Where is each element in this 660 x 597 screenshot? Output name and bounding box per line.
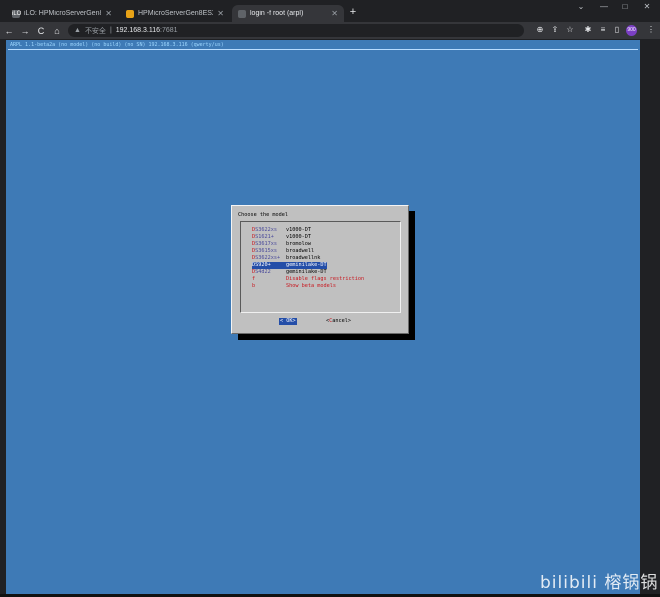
maximize-button[interactable]: □ bbox=[614, 2, 636, 11]
item-tag: S3622xs+ bbox=[255, 255, 281, 261]
item-desc: Show beta models bbox=[286, 283, 336, 289]
close-icon[interactable]: ✕ bbox=[217, 9, 224, 18]
item-desc: Disable flags restriction bbox=[286, 276, 365, 282]
reload-icon[interactable]: C bbox=[34, 26, 48, 36]
bilibili-watermark: bilibili 榕锅锅 bbox=[540, 573, 659, 593]
sidepanel-icon[interactable]: ▯ bbox=[611, 25, 623, 34]
tab-search-icon[interactable]: ⌄ bbox=[570, 2, 592, 11]
item-tag: S920+ bbox=[255, 262, 271, 268]
separator: | bbox=[109, 27, 112, 34]
item-hotkey: b bbox=[252, 283, 256, 289]
tab-label: HPMicroServerGen8ESXi - VM bbox=[138, 10, 214, 17]
cancel-label: ancel bbox=[332, 318, 348, 324]
cancel-button[interactable]: <Cancel> bbox=[326, 318, 351, 325]
cancel-bracket-right: > bbox=[347, 318, 351, 324]
reading-list-icon[interactable]: ≡ bbox=[597, 25, 609, 34]
close-window-button[interactable]: ✕ bbox=[636, 2, 658, 11]
model-menu: DS3622xs v1000-DT DS1621+ v1000-DT DS3617x… bbox=[240, 221, 401, 313]
url-host: 192.168.3.116 bbox=[115, 27, 161, 34]
tab-terminal[interactable]: login -f root (arpl) ✕ bbox=[232, 5, 344, 22]
status-divider bbox=[8, 49, 638, 50]
item-tag: S4d22 bbox=[255, 269, 271, 275]
item-desc: geminilake-DT bbox=[286, 269, 327, 275]
menu-item-ds4d22[interactable]: DS4d22 geminilake-DT bbox=[252, 269, 327, 276]
dialog-buttons: < OK> <Cancel> bbox=[232, 318, 408, 326]
item-tag: S3615xs bbox=[255, 248, 277, 254]
terminal-favicon-icon bbox=[238, 9, 246, 18]
minimize-button[interactable]: — bbox=[593, 2, 615, 11]
ok-button[interactable]: < OK> bbox=[279, 318, 297, 325]
menu-item-ds1621[interactable]: DS1621+ v1000-DT bbox=[252, 234, 311, 241]
item-desc: v1000-DT bbox=[286, 227, 311, 233]
share-icon[interactable]: ⇪ bbox=[549, 25, 561, 34]
item-desc: geminilake-DT bbox=[286, 262, 327, 269]
forward-icon[interactable]: → bbox=[18, 26, 32, 36]
menu-item-show-beta[interactable]: b Show beta models bbox=[252, 283, 336, 290]
tab-label: iLO: HPMicroServerGen8ESXi bbox=[24, 10, 101, 17]
extensions-icon[interactable]: ✱ bbox=[582, 25, 594, 34]
star-icon[interactable]: ☆ bbox=[564, 25, 576, 34]
close-icon[interactable]: ✕ bbox=[105, 9, 112, 18]
tab-bar: iLO iLO: HPMicroServerGen8ESXi ✕ HPMicro… bbox=[0, 0, 660, 22]
menu-item-disable-flags[interactable]: f Disable flags restriction bbox=[252, 276, 364, 283]
item-tag: S3617xs bbox=[255, 241, 277, 247]
profile-avatar[interactable]: 900 bbox=[626, 25, 637, 36]
menu-item-ds920-selected[interactable]: DS920+ geminilake-DT bbox=[252, 262, 327, 269]
home-icon[interactable]: ⌂ bbox=[50, 26, 64, 36]
tab-label: login -f root (arpl) bbox=[250, 10, 304, 17]
ok-bracket-right: > bbox=[292, 318, 296, 324]
toolbar: ← → C ⌂ ▲ 不安全 | 192.168.3.116 :7681 ⊕ ⇪ … bbox=[0, 22, 660, 39]
ilo-favicon-icon: iLO bbox=[12, 9, 22, 18]
back-icon[interactable]: ← bbox=[2, 26, 16, 36]
address-bar[interactable]: ▲ 不安全 | 192.168.3.116 :7681 bbox=[68, 24, 524, 37]
dialog-title: Choose the model bbox=[238, 212, 288, 218]
vm-favicon-icon bbox=[126, 9, 134, 18]
menu-item-ds3622xs-plus[interactable]: DS3622xs+ broadwellnk bbox=[252, 255, 320, 262]
item-desc: bromolow bbox=[286, 241, 311, 247]
choose-model-dialog: Choose the model DS3622xs v1000-DT DS1621… bbox=[231, 205, 409, 334]
item-desc: broadwell bbox=[286, 248, 315, 254]
item-tag: S1621+ bbox=[255, 234, 274, 240]
item-tag: S3622xs bbox=[255, 227, 277, 233]
item-desc: broadwellnk bbox=[286, 255, 321, 261]
menu-item-ds3622xs[interactable]: DS3622xs v1000-DT bbox=[252, 227, 311, 234]
warning-icon[interactable]: ▲ bbox=[74, 27, 81, 34]
menu-item-ds3617xs[interactable]: DS3617xs bromolow bbox=[252, 241, 311, 248]
menu-item-ds3615xs[interactable]: DS3615xs broadwell bbox=[252, 248, 314, 255]
close-icon[interactable]: ✕ bbox=[331, 9, 338, 18]
url-port: :7681 bbox=[160, 27, 178, 34]
tab-vm[interactable]: HPMicroServerGen8ESXi - VM ✕ bbox=[120, 5, 230, 22]
install-icon[interactable]: ⊕ bbox=[534, 25, 546, 34]
terminal-status-line: ARPL 1.1-beta2a (no model) (no build) (n… bbox=[10, 42, 224, 48]
item-desc: v1000-DT bbox=[286, 234, 311, 240]
security-label: 不安全 bbox=[84, 27, 106, 35]
menu-icon[interactable]: ⋮ bbox=[645, 25, 657, 34]
tab-ilo[interactable]: iLO iLO: HPMicroServerGen8ESXi ✕ bbox=[6, 5, 118, 22]
new-tab-button[interactable]: + bbox=[346, 6, 360, 18]
item-hotkey: f bbox=[252, 276, 256, 282]
